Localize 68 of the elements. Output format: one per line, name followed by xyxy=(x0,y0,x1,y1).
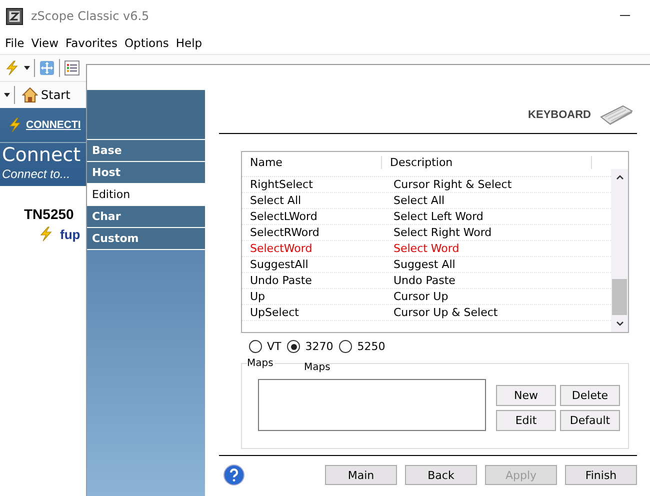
scroll-down-icon[interactable] xyxy=(616,321,624,326)
table-cell-text: Undo Paste xyxy=(249,273,313,288)
map-button[interactable]: Default xyxy=(560,410,620,430)
table-cell-text: Select All xyxy=(249,193,302,208)
table-cell-text: Cursor Up & Select xyxy=(392,305,499,320)
table-cell-text: Select Word xyxy=(392,241,460,256)
table-cell-text: Suggest All xyxy=(392,257,456,272)
table-cell-text: Up xyxy=(249,289,266,304)
nav-item[interactable]: Host xyxy=(87,162,205,184)
nav-item[interactable]: Edition xyxy=(87,184,205,206)
menu-item[interactable]: Favorites xyxy=(66,36,118,50)
map-button[interactable]: Delete xyxy=(560,385,620,406)
radio-label: VT xyxy=(267,340,282,353)
minimize-icon[interactable] xyxy=(620,15,630,17)
maps-label: Maps xyxy=(304,362,330,373)
table-cell-text: Select Right Word xyxy=(392,225,493,240)
footer-button[interactable]: Main xyxy=(325,465,397,485)
connections-link[interactable]: CONNECTI xyxy=(26,119,81,131)
footer-button[interactable]: Finish xyxy=(565,465,637,485)
table-cell-text: Select Left Word xyxy=(392,209,484,224)
radio-button[interactable] xyxy=(249,340,262,353)
table-cell-text: SuggestAll xyxy=(249,257,310,272)
nav-item[interactable]: Base xyxy=(87,140,205,162)
radio-label: 5250 xyxy=(357,340,386,353)
window-title: zScope Classic v6.5 xyxy=(31,9,150,23)
map-button[interactable]: Edit xyxy=(496,410,556,430)
maps-list[interactable] xyxy=(258,379,486,431)
column-header[interactable]: Description xyxy=(382,156,592,169)
help-icon[interactable] xyxy=(223,464,245,486)
radio-label: 3270 xyxy=(305,340,334,353)
table-cell-text: Select All xyxy=(392,193,446,208)
nav-item[interactable]: Char xyxy=(87,206,205,228)
menu-item[interactable]: View xyxy=(31,36,59,50)
lightning-icon xyxy=(7,117,23,133)
tree-item[interactable]: fup xyxy=(60,226,80,242)
menu-item[interactable]: Options xyxy=(124,36,169,50)
tree-group: TN5250 xyxy=(24,206,74,222)
group-label: Maps xyxy=(247,358,276,369)
table-cell-text: Cursor Up xyxy=(392,289,450,304)
start-button[interactable]: Start xyxy=(19,85,74,105)
menu-item[interactable]: Help xyxy=(176,36,202,50)
banner-subheading: Connect to... xyxy=(1,167,70,181)
scrollbar[interactable] xyxy=(611,169,628,332)
nav-item[interactable]: Custom xyxy=(87,228,205,250)
table-cell-text: Cursor Right & Select xyxy=(392,177,513,192)
radio-button[interactable] xyxy=(339,340,352,353)
list-icon[interactable] xyxy=(64,60,80,76)
table-cell-text: SelectRWord xyxy=(249,225,320,240)
footer-button[interactable]: Back xyxy=(405,465,477,485)
scrollbar-thumb[interactable] xyxy=(612,279,627,315)
menu-item[interactable]: File xyxy=(5,36,24,50)
table-cell-text: RightSelect xyxy=(249,177,314,192)
house-icon xyxy=(22,87,38,103)
map-button[interactable]: New xyxy=(496,385,556,406)
dropdown-caret-icon[interactable] xyxy=(24,66,30,70)
radio-button[interactable] xyxy=(287,340,300,353)
scroll-up-icon[interactable] xyxy=(616,175,624,180)
keyboard-icon xyxy=(599,105,633,125)
table-cell-text: UpSelect xyxy=(249,305,300,320)
dropdown-caret-icon[interactable] xyxy=(4,93,10,97)
app-icon xyxy=(6,8,23,24)
table-cell-text: SelectWord xyxy=(249,241,314,256)
section-title: KEYBOARD xyxy=(528,109,591,121)
lightning-icon xyxy=(38,226,54,242)
table-cell-text: SelectLWord xyxy=(249,209,318,224)
column-header[interactable]: Name xyxy=(242,156,382,169)
banner-heading: Connect xyxy=(1,143,81,167)
table-cell-text: Undo Paste xyxy=(392,273,456,288)
